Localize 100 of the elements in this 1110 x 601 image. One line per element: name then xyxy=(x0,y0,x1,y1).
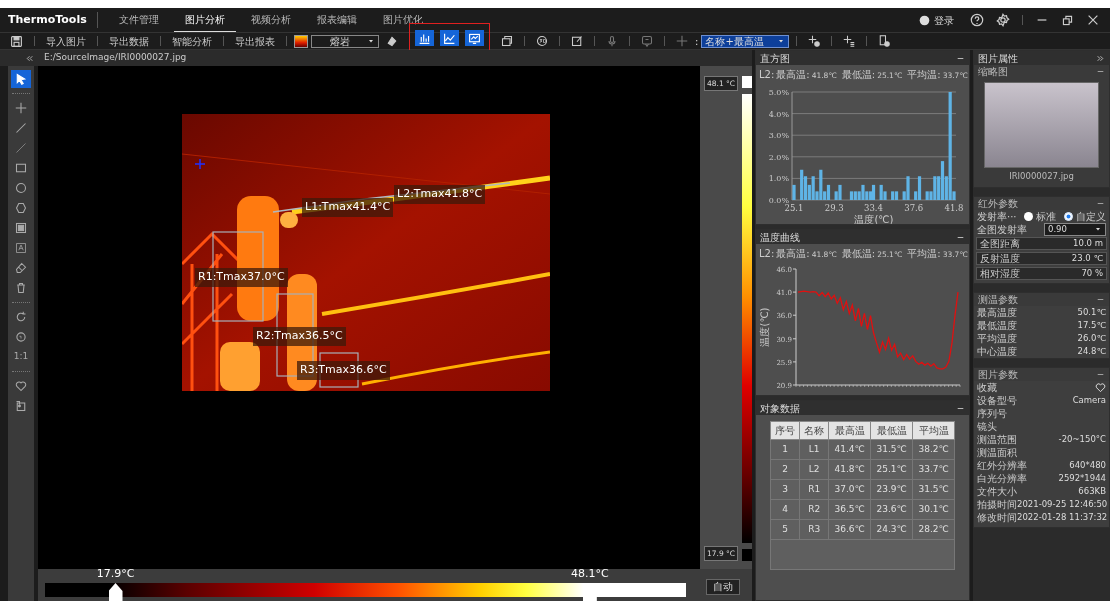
menu-tab[interactable]: 图片分析 xyxy=(173,7,236,33)
edit-icon xyxy=(571,35,583,47)
pointer-icon xyxy=(15,73,27,85)
table-cell: 33.7℃ xyxy=(912,459,955,480)
property-value: 2021-09-25 12:46:50 xyxy=(1017,497,1108,509)
max-color-swatch xyxy=(742,76,752,88)
label-mode-select[interactable]: 名称+最高温 xyxy=(701,34,790,48)
collapse-icon[interactable] xyxy=(25,53,34,63)
input-field[interactable]: 相对湿度 70 % xyxy=(976,266,1107,280)
input-field[interactable]: 全图距离 10.0 m xyxy=(976,236,1107,250)
favorite-icon[interactable] xyxy=(1095,381,1106,393)
section-title: 红外参数 xyxy=(978,196,1018,211)
toolbar-button[interactable]: 智能分析 xyxy=(168,33,216,49)
crosshair-marker xyxy=(194,158,206,170)
menu-tab[interactable]: 文件管理 xyxy=(107,7,170,33)
property-label: 序列号 xyxy=(977,406,1007,421)
trash-icon xyxy=(15,282,27,294)
y-axis-tick: 1.0% xyxy=(768,174,789,184)
menu-tab[interactable]: 视频分析 xyxy=(239,7,302,33)
window-icon xyxy=(501,35,513,47)
table-cell: 30.1℃ xyxy=(912,499,955,520)
radio-label: 标准 xyxy=(1036,209,1057,224)
input-field[interactable]: 反射温度 23.0 ℃ xyxy=(976,251,1107,265)
table-cell: R3 xyxy=(799,519,829,540)
palette-swatch[interactable] xyxy=(294,34,308,48)
section-title: 图片参数 xyxy=(978,367,1018,382)
circle-icon xyxy=(15,182,27,194)
eraser-icon xyxy=(15,262,27,274)
palette-tool-icon xyxy=(386,35,398,47)
toolbar-button[interactable]: 导入图片 xyxy=(42,33,90,49)
x-axis-tick: 29.3 xyxy=(824,203,844,213)
radio-button[interactable] xyxy=(1024,211,1034,221)
auto-button[interactable]: 自动 xyxy=(706,579,740,595)
table-cell: 5 xyxy=(770,519,800,540)
property-label: 测温面积 xyxy=(977,445,1017,460)
min-color-swatch xyxy=(742,549,752,561)
table-cell: 23.9℃ xyxy=(870,479,913,500)
measurement-label: R2:Tmax36.5°C xyxy=(253,327,346,346)
x-axis-tick: 25.1 xyxy=(784,203,804,213)
property-label: 红外分辨率 xyxy=(977,458,1027,473)
rotate-icon xyxy=(15,331,27,343)
toolbar-button[interactable]: 导出数据 xyxy=(105,33,153,49)
radio-button[interactable] xyxy=(1064,211,1073,221)
table-cell: 31.5℃ xyxy=(912,479,955,500)
line-icon xyxy=(15,122,27,134)
heart-icon xyxy=(15,380,27,392)
pointer-tool[interactable] xyxy=(11,70,31,88)
property-value: 2592*1944 xyxy=(1058,471,1106,485)
table-cell: L2 xyxy=(799,459,829,480)
zoom-ratio-button[interactable]: 1:1 xyxy=(11,348,31,366)
property-value: 640*480 xyxy=(1069,458,1106,472)
range-max-label: 48.1°C xyxy=(571,566,609,582)
property-value: 2022-01-28 11:37:32 xyxy=(1017,510,1108,522)
property-label: 镜头 xyxy=(977,419,997,434)
bar-chart-icon xyxy=(418,31,431,45)
emissivity-select[interactable]: 0.90 xyxy=(1044,222,1106,236)
add-point-icon xyxy=(808,35,821,47)
table-cell: R2 xyxy=(799,499,829,520)
curve-toggle[interactable] xyxy=(440,30,459,46)
property-label: 收藏 xyxy=(977,380,997,395)
point-list-icon xyxy=(843,35,856,47)
property-value: 663KB xyxy=(1078,484,1106,498)
menu-tab[interactable]: 报表编辑 xyxy=(305,7,368,33)
monitor-icon xyxy=(468,31,481,45)
login-link[interactable]: 登录 xyxy=(934,12,954,28)
table-cell: 38.2℃ xyxy=(912,439,955,460)
settings-icon xyxy=(996,13,1010,27)
y-axis-tick: 5.0% xyxy=(768,88,789,97)
palette-select[interactable]: 熔岩 xyxy=(311,34,379,48)
rotate-icon xyxy=(15,311,27,323)
thumbnail-filename: IRI0000027.jpg xyxy=(1008,170,1075,183)
data-toggle[interactable] xyxy=(465,30,484,46)
section-title: 测温参数 xyxy=(978,292,1018,307)
panel-title: 图片属性 xyxy=(978,51,1018,66)
diagonal-line-icon xyxy=(15,142,27,154)
rectangle-icon xyxy=(15,162,27,174)
histogram-toggle[interactable] xyxy=(415,30,434,46)
import-icon xyxy=(15,400,27,412)
property-label: 反射温度 xyxy=(980,251,1020,266)
table-cell: R1 xyxy=(799,479,829,500)
range-min-label: 17.9°C xyxy=(96,566,135,582)
measurement-label: R3:Tmax36.6°C xyxy=(297,361,390,380)
property-label: 平均温度 xyxy=(977,331,1017,346)
expand-icon[interactable] xyxy=(1096,53,1105,63)
property-label: 最低温度 xyxy=(977,318,1017,333)
stat-label: 平均温: xyxy=(907,68,941,82)
user-icon xyxy=(919,14,930,26)
property-label: 相对湿度 xyxy=(980,266,1020,281)
table-cell: 31.5℃ xyxy=(870,439,913,460)
toolbar-button[interactable]: 导出报表 xyxy=(231,33,279,49)
help-icon xyxy=(970,13,984,27)
frame-icon xyxy=(15,222,27,234)
range-handle[interactable] xyxy=(108,583,123,601)
radio-label: 自定义 xyxy=(1076,209,1106,224)
property-label: 文件大小 xyxy=(977,484,1017,499)
column-header: 最高温 xyxy=(828,421,871,440)
column-header: 最低温 xyxy=(870,421,913,440)
histogram-bar xyxy=(792,184,796,200)
property-value: 26.0℃ xyxy=(1077,331,1106,345)
property-value: 24.8℃ xyxy=(1077,344,1106,358)
